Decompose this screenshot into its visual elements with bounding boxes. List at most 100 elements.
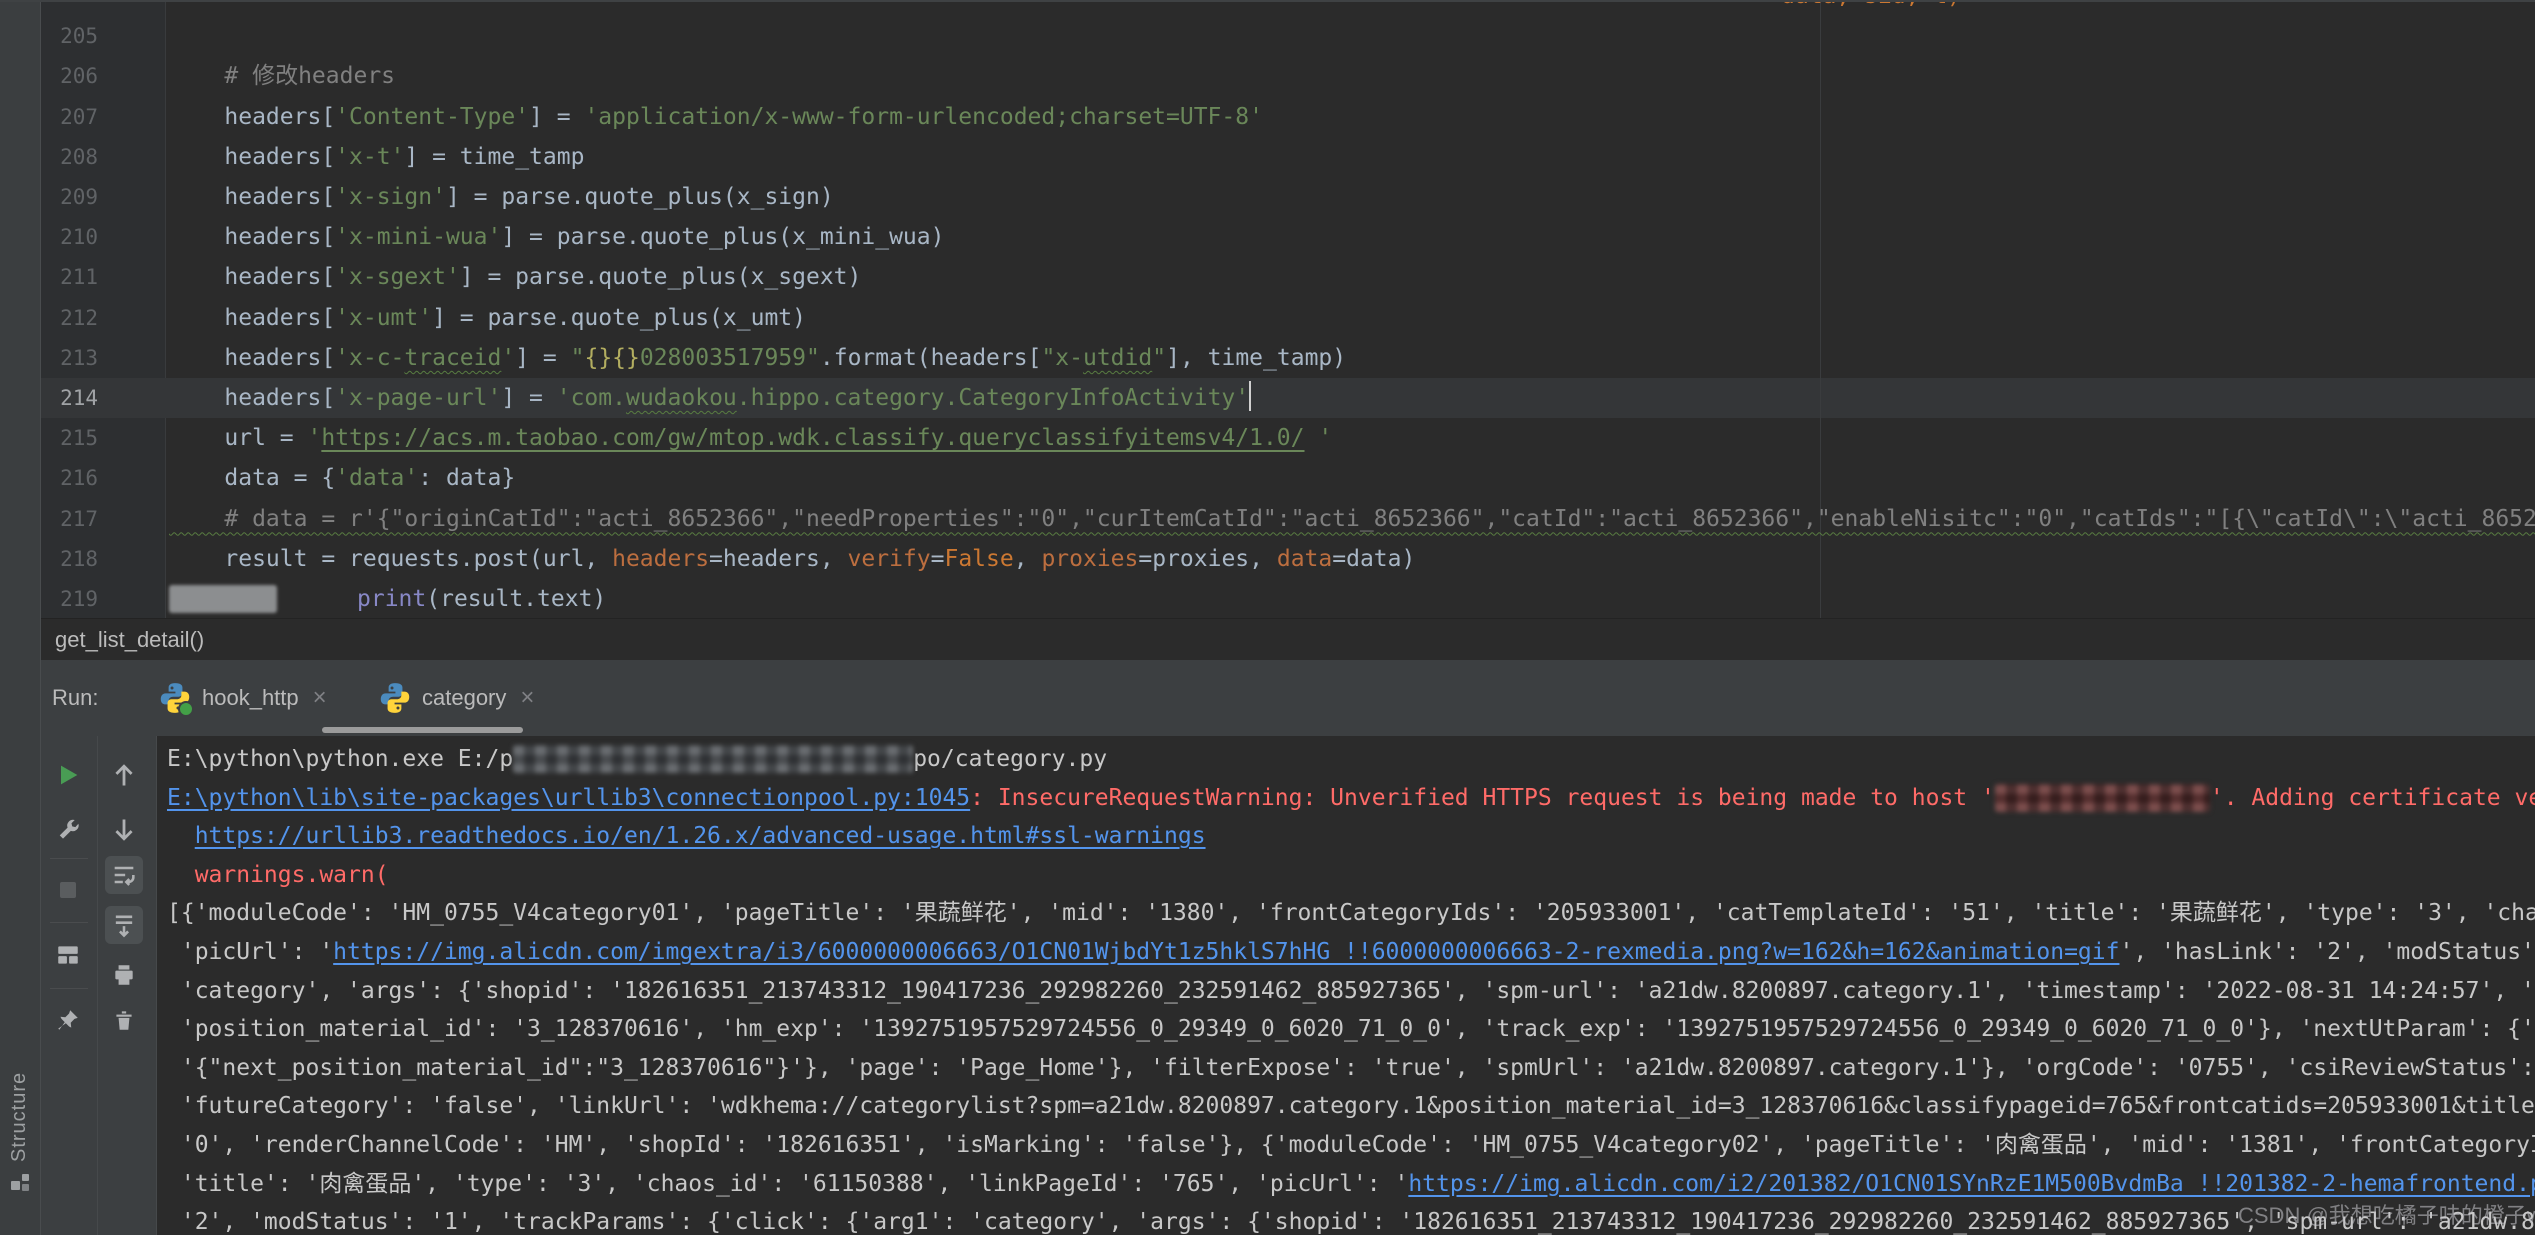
- breadcrumb[interactable]: get_list_detail(): [40, 618, 2535, 660]
- console-link[interactable]: E:\python\lib\site-packages\urllib3\conn…: [167, 785, 970, 811]
- line-number: 208: [40, 137, 98, 177]
- rerun-play-icon[interactable]: [49, 756, 87, 794]
- text-segment: 'title': '肉禽蛋品', 'type': '3', 'chaos_id'…: [167, 1171, 1408, 1197]
- text-segment: .hippo.category.CategoryInfoActivity': [737, 385, 1249, 411]
- line-number: 217: [40, 499, 98, 539]
- text-segment: 'futureCategory': 'false', 'linkUrl': 'w…: [167, 1093, 2535, 1119]
- text-segment: 'x-sgext': [335, 264, 460, 290]
- line-number: 207: [40, 97, 98, 137]
- text-segment: =: [931, 546, 945, 572]
- python-icon: [378, 681, 412, 715]
- print-icon[interactable]: [105, 956, 143, 994]
- text-segment: ": [1152, 345, 1166, 371]
- text-segment: 'x-page-url': [335, 385, 501, 411]
- console-link[interactable]: https://urllib3.readthedocs.io/en/1.26.x…: [195, 823, 1206, 849]
- code-line: data = {'data': data}: [169, 458, 515, 498]
- text-segment: ] = parse.quote_plus(x_sign): [446, 184, 834, 210]
- text-segment: ], time_tamp): [1166, 345, 1346, 371]
- csdn-watermark: CSDN @我想吃橘子味的橙子w: [2238, 1198, 2535, 1230]
- line-number: 216: [40, 458, 98, 498]
- code-line: headers['x-umt'] = parse.quote_plus(x_um…: [169, 298, 806, 338]
- code-line: headers['x-t'] = time_tamp: [169, 137, 584, 177]
- text-segment: # data = r'{"originCatId":"acti_8652366"…: [169, 506, 2535, 532]
- text-segment: 'x-t': [335, 144, 404, 170]
- down-stack-trace-icon[interactable]: [105, 811, 143, 849]
- text-segment: data = {: [169, 465, 335, 491]
- line-number: 213: [40, 338, 98, 378]
- run-tab-category[interactable]: category ×: [378, 660, 534, 736]
- code-line: # data = r'{"originCatId":"acti_8652366"…: [169, 499, 2535, 539]
- sidebar-item-structure[interactable]: Structure: [0, 1050, 40, 1200]
- redacted-blur: [513, 745, 913, 773]
- running-indicator: [178, 701, 194, 717]
- run-tab-hook-http[interactable]: hook_http ×: [158, 660, 327, 736]
- text-segment: ,: [1014, 546, 1042, 572]
- line-number: 205: [40, 16, 98, 56]
- line-number: 219: [40, 579, 98, 618]
- pin-icon[interactable]: [49, 1001, 87, 1039]
- console-line: E:\python\lib\site-packages\urllib3\conn…: [167, 779, 2535, 817]
- text-segment: '{"next_position_material_id":"3_1283706…: [167, 1055, 2535, 1081]
- text-segment: E:\python\python.exe E:/p: [167, 746, 513, 772]
- run-console[interactable]: E:\python\python.exe E:/p po/category.py E…: [157, 736, 2535, 1235]
- window-top-edge: [0, 0, 2535, 2]
- line-number: 209: [40, 177, 98, 217]
- text-segment: headers[: [169, 184, 335, 210]
- console-line: '0', 'renderChannelCode': 'HM', 'shopId'…: [167, 1126, 2535, 1164]
- code-line: print(result.text): [169, 579, 606, 618]
- code-line: headers['x-sgext'] = parse.quote_plus(x_…: [169, 257, 861, 297]
- line-number: 211: [40, 257, 98, 297]
- console-link[interactable]: https://img.alicdn.com/i2/201382/O1CN01S…: [1408, 1171, 2535, 1197]
- console-line: '{"next_position_material_id":"3_1283706…: [167, 1049, 2535, 1087]
- text-segment: headers[: [169, 385, 335, 411]
- text-segment: False: [944, 546, 1013, 572]
- scroll-to-end-icon[interactable]: [105, 906, 143, 944]
- text-segment: {}{}: [584, 345, 639, 371]
- console-line: 'category', 'args': {'shopid': '18261635…: [167, 972, 2535, 1010]
- text-segment: "x-: [1041, 345, 1083, 371]
- text-segment: po/category.py: [913, 746, 1107, 772]
- text-segment: 'position_material_id': '3_128370616', '…: [167, 1016, 2535, 1042]
- up-stack-trace-icon[interactable]: [105, 756, 143, 794]
- text-segment: [{'moduleCode': 'HM_0755_V4category01', …: [167, 900, 2535, 926]
- text-segment: 'x-mini-wua': [335, 224, 501, 250]
- text-segment: [167, 823, 195, 849]
- run-label: Run:: [52, 660, 98, 736]
- code-line: headers['x-sign'] = parse.quote_plus(x_s…: [169, 177, 834, 217]
- code-line: headers['x-c-traceid'] = "{}{}0280035179…: [169, 338, 1346, 378]
- console-link[interactable]: https://img.alicdn.com/imgextra/i3/60000…: [333, 939, 2119, 965]
- close-icon[interactable]: ×: [520, 686, 534, 710]
- text-segment: ] = parse.quote_plus(x_mini_wua): [501, 224, 944, 250]
- restore-layout-icon[interactable]: [49, 936, 87, 974]
- code-line: headers['x-page-url'] = 'com.wudaokou.hi…: [169, 378, 1251, 418]
- text-segment: '. Adding certificate veri: [2210, 785, 2535, 811]
- wrench-settings-icon[interactable]: [49, 811, 87, 849]
- text-segment: ] = parse.quote_plus(x_sgext): [460, 264, 862, 290]
- console-line: [{'moduleCode': 'HM_0755_V4category01', …: [167, 894, 2535, 932]
- line-number: 215: [40, 418, 98, 458]
- text-segment: : data}: [418, 465, 515, 491]
- console-line: 'futureCategory': 'false', 'linkUrl': 'w…: [167, 1087, 2535, 1125]
- clear-all-trash-icon[interactable]: [105, 1001, 143, 1039]
- line-number: 214: [40, 378, 98, 418]
- text-segment: =headers,: [709, 546, 847, 572]
- text-segment: wudaokou: [626, 385, 737, 411]
- tool-window-bar: Structure: [0, 0, 41, 1235]
- redacted-blur: [1995, 784, 2210, 812]
- code-editor[interactable]: 2052062072082092102112122132142152162172…: [40, 0, 2535, 618]
- text-segment: ": [571, 345, 585, 371]
- stop-icon[interactable]: [49, 871, 87, 909]
- text-segment: 'x-umt': [335, 305, 432, 331]
- soft-wrap-icon[interactable]: [105, 856, 143, 894]
- code-line: data, sid, t): [1781, 0, 1961, 16]
- text-segment: result = requests.post(url,: [169, 546, 612, 572]
- toolbar-separator: [50, 988, 88, 989]
- code-line: url = 'https://acs.m.taobao.com/gw/mtop.…: [169, 418, 1332, 458]
- toolbar-separator: [50, 858, 88, 859]
- console-line: 'title': '肉禽蛋品', 'type': '3', 'chaos_id'…: [167, 1165, 2535, 1203]
- line-number: 206: [40, 56, 98, 96]
- close-icon[interactable]: ×: [313, 686, 327, 710]
- text-segment: warnings.warn(: [167, 862, 389, 888]
- text-segment: headers[: [169, 345, 335, 371]
- code-line: headers['Content-Type'] = 'application/x…: [169, 97, 1263, 137]
